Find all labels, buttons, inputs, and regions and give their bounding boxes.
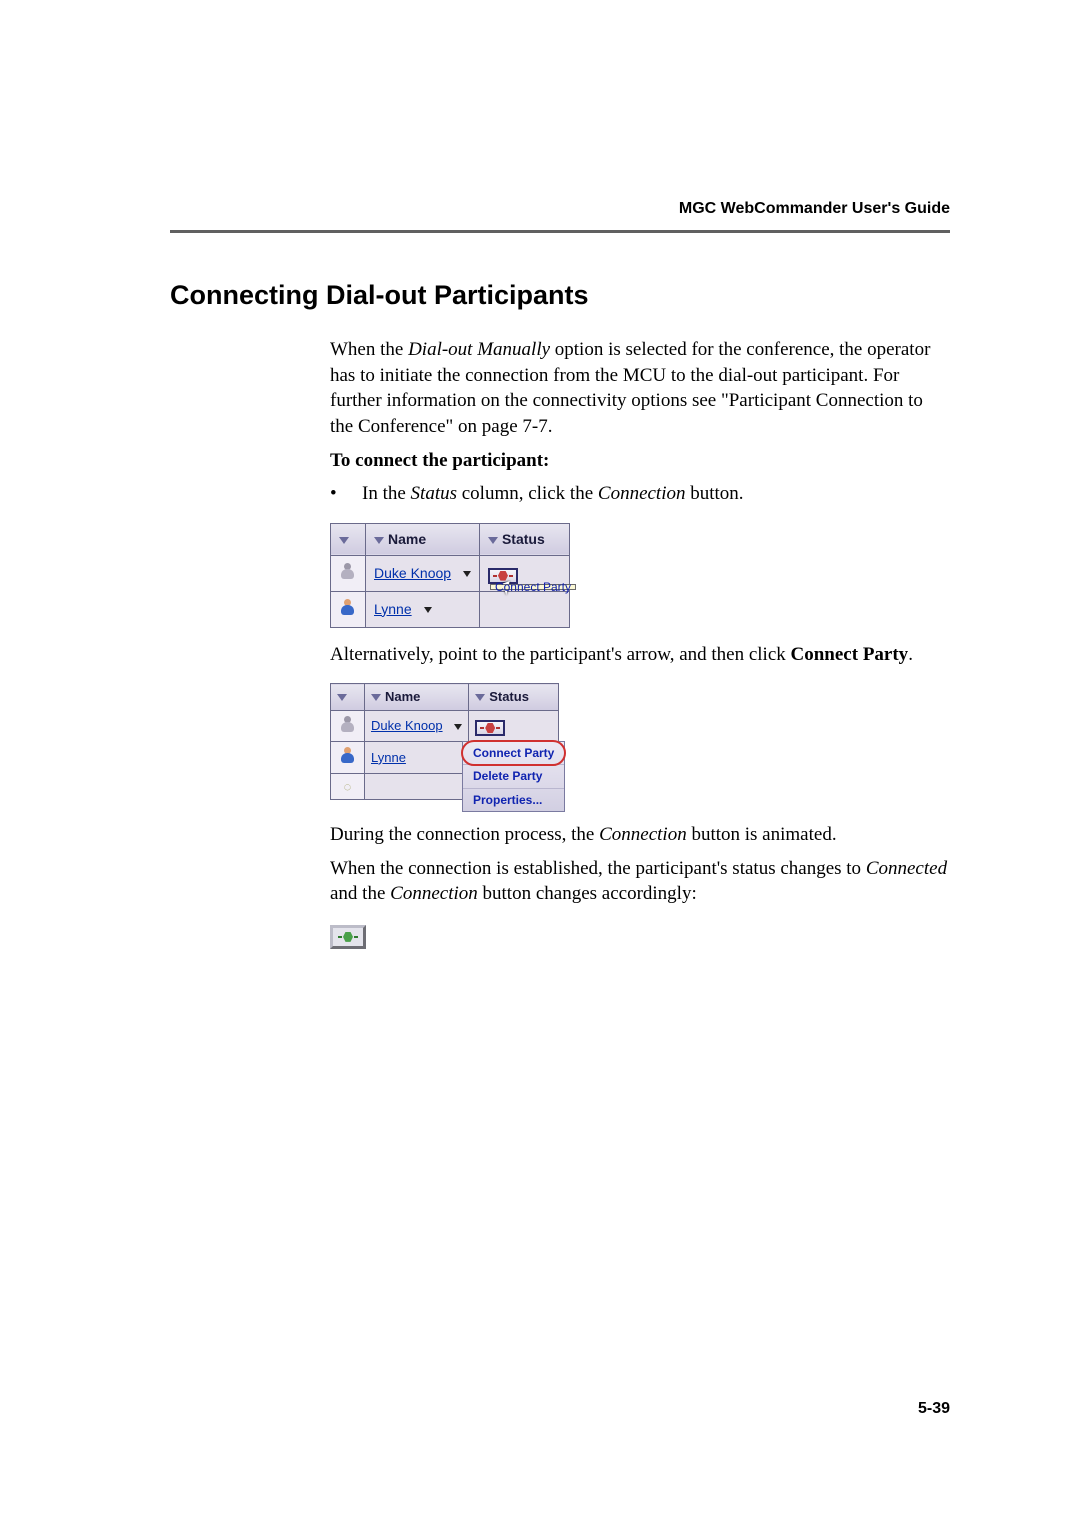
- participant-name-cell: Duke Knoop: [366, 555, 480, 591]
- dropdown-arrow-icon[interactable]: [424, 607, 432, 613]
- status-cell: [479, 591, 569, 627]
- menu-item-properties[interactable]: Properties...: [463, 789, 564, 811]
- participant-name-cell: Duke Knoop: [365, 710, 469, 742]
- connected-paragraph: When the connection is established, the …: [330, 856, 950, 907]
- person-icon: [339, 715, 357, 733]
- alt-paragraph: Alternatively, point to the participant'…: [330, 642, 950, 668]
- table-row: Duke Knoop Connect Party: [331, 555, 570, 591]
- column-header-name[interactable]: Name: [366, 523, 480, 555]
- connection-tooltip: Connect Party: [490, 584, 576, 590]
- dropdown-arrow-icon[interactable]: [454, 724, 462, 730]
- table-row: Lynne: [331, 591, 570, 627]
- bullet-text: In the Status column, click the Connecti…: [362, 481, 744, 507]
- column-header-name[interactable]: Name: [365, 684, 469, 711]
- connection-button[interactable]: [475, 720, 505, 736]
- sort-icon: [374, 537, 384, 544]
- page-number: 5-39: [918, 1400, 950, 1418]
- participant-name-cell: Lynne: [365, 742, 469, 774]
- status-cell: [469, 710, 559, 742]
- participant-name-cell: Lynne: [366, 591, 480, 627]
- bullet-marker: •: [330, 481, 338, 507]
- table-corner[interactable]: [331, 523, 366, 555]
- participant-icon-cell: [331, 555, 366, 591]
- sort-icon: [339, 537, 349, 544]
- column-header-status[interactable]: Status: [479, 523, 569, 555]
- participant-name-cell: [365, 773, 469, 800]
- menu-item-connect-party[interactable]: Connect Party: [463, 742, 564, 765]
- context-menu: Connect Party Delete Party Properties...: [462, 741, 565, 812]
- sort-icon: [371, 694, 381, 701]
- participant-icon-cell: [331, 710, 365, 742]
- column-header-status[interactable]: Status: [469, 684, 559, 711]
- intro-paragraph: When the Dial-out Manually option is sel…: [330, 337, 950, 440]
- sort-icon: [337, 694, 347, 701]
- connection-button-connected[interactable]: [330, 925, 366, 949]
- sort-icon: [488, 537, 498, 544]
- participant-link[interactable]: Lynne: [374, 601, 412, 617]
- status-cell: Connect Party: [479, 555, 569, 591]
- section-heading: Connecting Dial-out Participants: [170, 280, 950, 311]
- procedure-heading: To connect the participant:: [330, 448, 950, 474]
- dropdown-arrow-icon[interactable]: [463, 571, 471, 577]
- person-icon: [339, 562, 357, 580]
- table-corner[interactable]: [331, 684, 365, 711]
- sort-icon: [475, 694, 485, 701]
- person-icon: [339, 746, 357, 764]
- connection-connected-icon: [338, 932, 358, 942]
- participant-link[interactable]: Duke Knoop: [371, 718, 443, 733]
- participant-icon-cell: ◌: [331, 773, 365, 800]
- connection-button[interactable]: Connect Party: [488, 568, 518, 584]
- person-icon: [339, 598, 357, 616]
- participant-icon-cell: [331, 591, 366, 627]
- figure-participants-table-2: Name Status Duke Knoop: [330, 683, 950, 808]
- participant-link[interactable]: Lynne: [371, 750, 406, 765]
- header-rule: [170, 230, 950, 233]
- participant-link[interactable]: Duke Knoop: [374, 565, 451, 581]
- participant-icon-cell: [331, 742, 365, 774]
- connection-disconnected-icon: [480, 723, 500, 733]
- figure-participants-table-1: Name Status Duke Knoop: [330, 523, 950, 628]
- table-row: Duke Knoop: [331, 710, 559, 742]
- menu-item-delete-party[interactable]: Delete Party: [463, 765, 564, 788]
- animated-paragraph: During the connection process, the Conne…: [330, 822, 950, 848]
- running-header: MGC WebCommander User's Guide: [679, 200, 950, 218]
